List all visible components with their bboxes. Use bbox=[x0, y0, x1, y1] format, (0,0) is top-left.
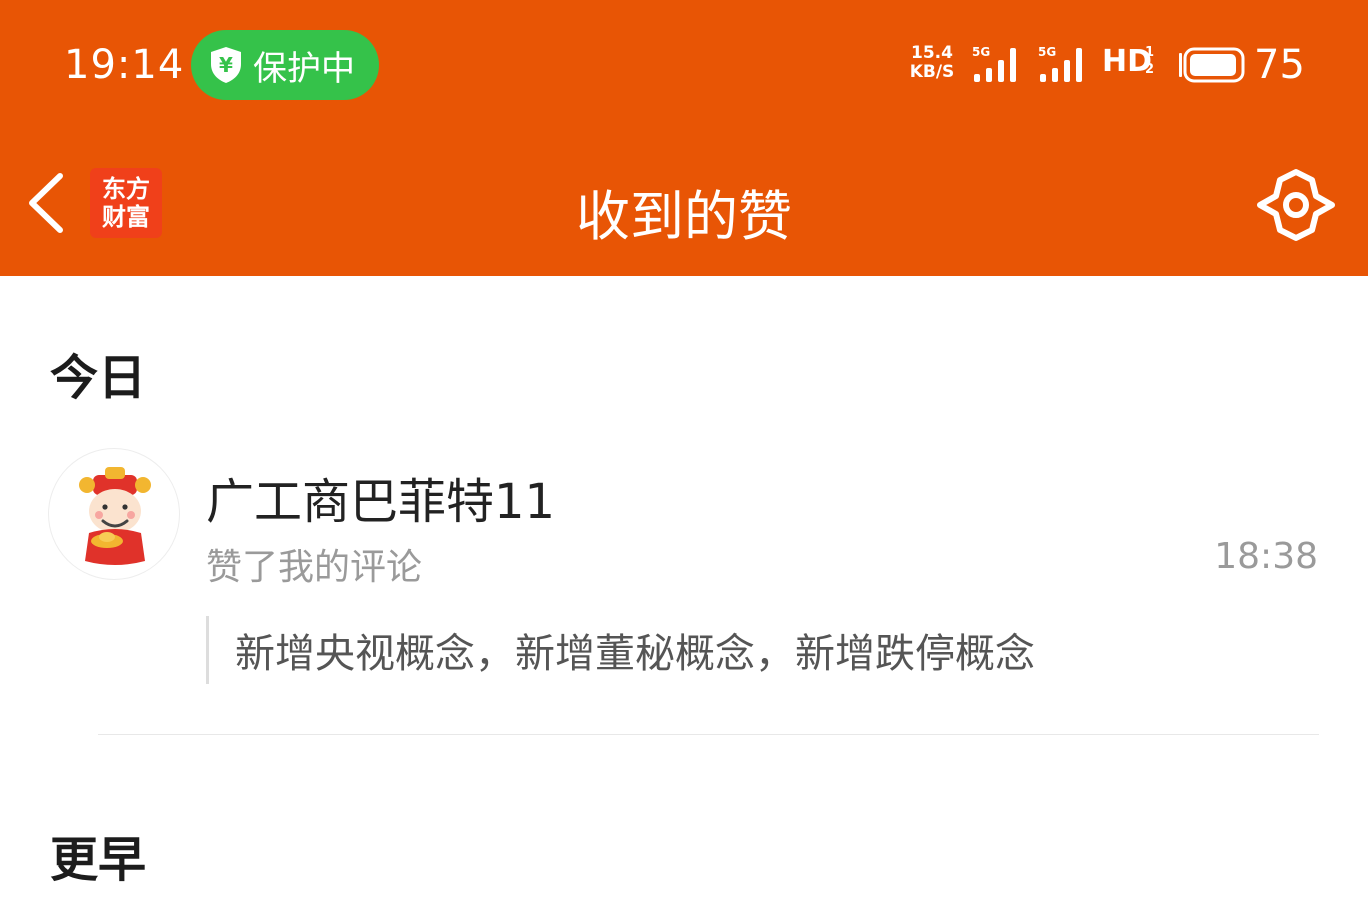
chevron-left-icon bbox=[29, 173, 63, 233]
section-title-today: 今日 bbox=[50, 350, 147, 406]
quoted-comment[interactable]: 新增央视概念，新增董秘概念，新增跌停概念 bbox=[206, 616, 1035, 684]
gear-icon bbox=[1257, 169, 1335, 241]
logo-line-1: 东方 bbox=[102, 175, 150, 203]
network-speed: 15.4 KB/S bbox=[904, 44, 960, 82]
hd-indicator-sub: 1 2 bbox=[1145, 44, 1154, 78]
status-time: 19:14 bbox=[64, 42, 185, 88]
network-speed-unit: KB/S bbox=[909, 62, 955, 82]
like-action-text: 赞了我的评论 bbox=[206, 547, 423, 588]
page-title: 收到的赞 bbox=[576, 185, 792, 248]
hd-sub-1: 1 bbox=[1145, 45, 1155, 60]
caishen-avatar-icon bbox=[79, 467, 151, 565]
battery-level: 75 bbox=[1254, 42, 1305, 88]
logo-line-2: 财富 bbox=[102, 203, 150, 231]
svg-text:¥: ¥ bbox=[219, 53, 233, 77]
network-speed-value: 15.4 bbox=[911, 43, 953, 63]
shield-yuan-icon: ¥ bbox=[211, 47, 241, 83]
signal-5g-icon: 5G bbox=[972, 45, 1016, 82]
protection-badge[interactable]: ¥ 保护中 bbox=[191, 30, 379, 100]
battery-icon bbox=[1179, 47, 1245, 83]
signal-5g-icon: 5G bbox=[1038, 45, 1082, 82]
signal-1-label: 5G bbox=[972, 45, 990, 59]
app-header: 19:14 ¥ 保护中 15.4 KB/S 5G 5G HD 1 2 75 东方… bbox=[0, 0, 1368, 276]
signal-2-label: 5G bbox=[1038, 45, 1056, 59]
hd-sub-2: 2 bbox=[1145, 62, 1155, 77]
settings-button[interactable] bbox=[1256, 168, 1336, 242]
like-timestamp: 18:38 bbox=[1214, 536, 1318, 577]
quoted-comment-text: 新增央视概念，新增董秘概念，新增跌停概念 bbox=[235, 631, 1035, 677]
back-button[interactable] bbox=[22, 168, 72, 238]
protection-label: 保护中 bbox=[253, 48, 355, 89]
avatar[interactable] bbox=[48, 448, 180, 580]
divider bbox=[98, 734, 1319, 735]
section-title-earlier: 更早 bbox=[50, 832, 147, 888]
user-name[interactable]: 广工商巴菲特11 bbox=[206, 462, 555, 532]
app-logo: 东方 财富 bbox=[90, 168, 162, 238]
